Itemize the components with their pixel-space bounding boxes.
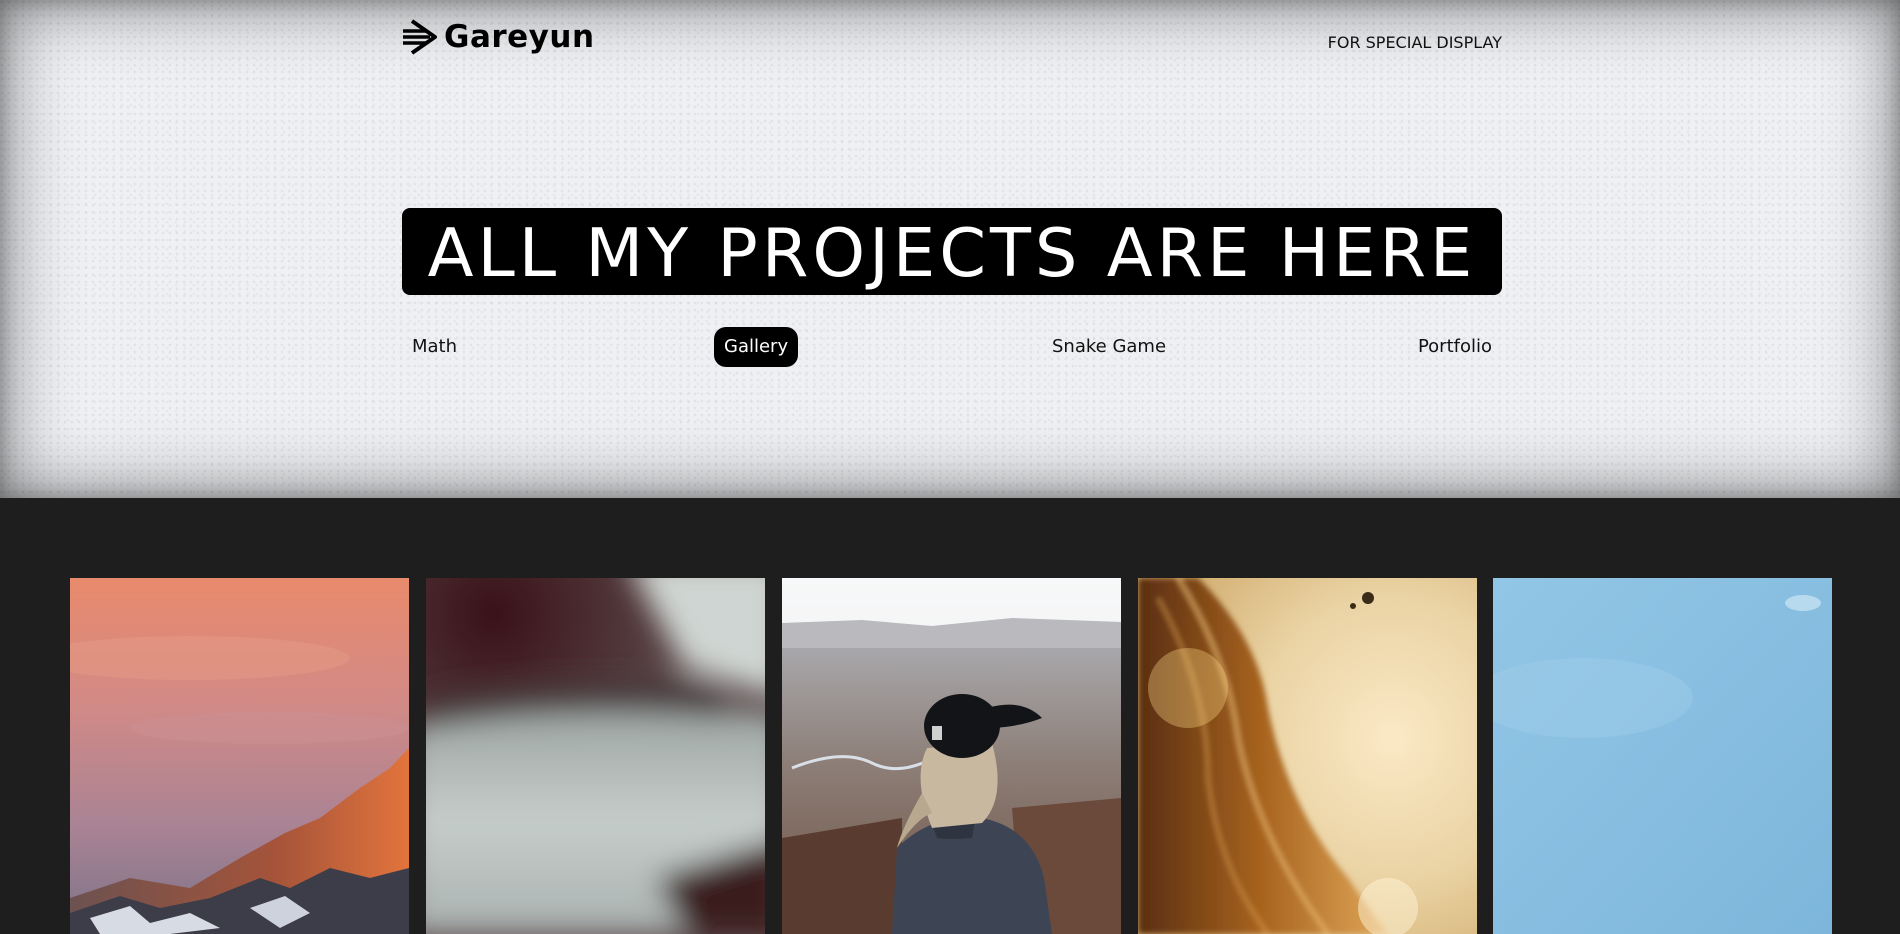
- blue-sky-photo[interactable]: [1493, 578, 1832, 934]
- special-display-link[interactable]: FOR SPECIAL DISPLAY: [1328, 33, 1502, 52]
- hair-sunlight-photo[interactable]: [1138, 578, 1477, 934]
- tab-portfolio[interactable]: Portfolio: [1408, 327, 1502, 367]
- headline-banner: ALL MY PROJECTS ARE HERE: [402, 208, 1502, 295]
- woman-cap-canyon-photo[interactable]: [782, 578, 1121, 934]
- tab-math[interactable]: Math: [402, 327, 467, 367]
- headline: ALL MY PROJECTS ARE HERE: [427, 214, 1477, 292]
- sunset-mountain-photo[interactable]: [70, 578, 409, 934]
- arrow-logo-icon: [403, 19, 437, 55]
- tab-snake-game[interactable]: Snake Game: [1042, 327, 1176, 367]
- hero-section: Gareyun FOR SPECIAL DISPLAY ALL MY PROJE…: [0, 0, 1900, 498]
- gallery-grid: [70, 578, 1832, 934]
- brand-name: Gareyun: [444, 19, 595, 55]
- tab-gallery[interactable]: Gallery: [714, 327, 799, 367]
- brand-logo[interactable]: Gareyun: [402, 16, 595, 58]
- project-tabs: Math Gallery Snake Game Portfolio: [402, 327, 1502, 367]
- blurred-abstract-photo[interactable]: [426, 578, 765, 934]
